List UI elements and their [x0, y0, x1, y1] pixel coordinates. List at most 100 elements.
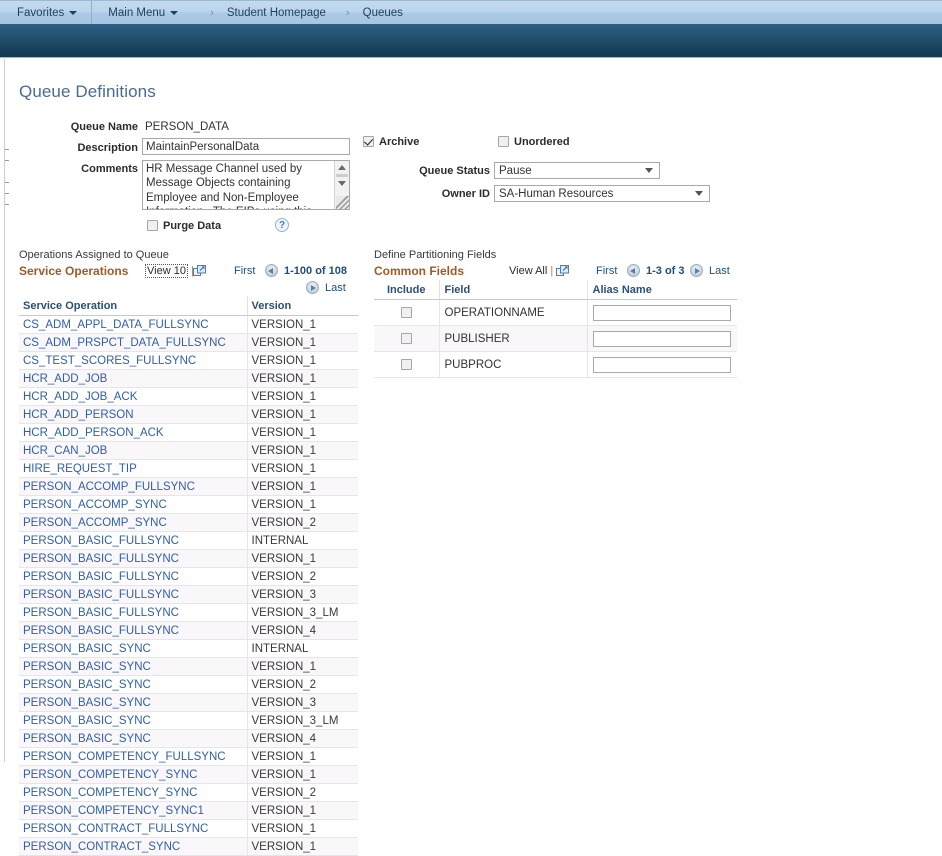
operations-first-link[interactable]: First: [234, 265, 255, 277]
table-row: PERSON_CONTRACT_SYNC VERSION_1: [19, 837, 358, 856]
service-operation-link[interactable]: PERSON_CONTRACT_SYNC: [19, 837, 248, 856]
queue-status-select[interactable]: Pause: [494, 162, 660, 179]
table-row: CS_ADM_APPL_DATA_FULLSYNC VERSION_1: [19, 315, 358, 334]
version-cell: VERSION_3_LM: [247, 603, 358, 622]
version-cell: VERSION_4: [247, 729, 358, 748]
include-checkbox[interactable]: [400, 358, 412, 370]
previous-page-icon[interactable]: [627, 264, 640, 277]
view-10-link[interactable]: View 10: [145, 264, 188, 278]
service-operation-link[interactable]: PERSON_COMPETENCY_SYNC1: [19, 801, 248, 820]
view-all-link[interactable]: View All: [509, 265, 547, 277]
service-operation-link[interactable]: HCR_ADD_JOB: [19, 369, 248, 388]
breadcrumb-item-queues[interactable]: Queues: [363, 7, 403, 19]
partition-view-controls: View All |: [509, 265, 556, 277]
service-operation-link[interactable]: PERSON_BASIC_SYNC: [19, 675, 248, 694]
service-operation-link[interactable]: PERSON_ACCOMP_SYNC: [19, 495, 248, 514]
partition-table: Include Field Alias Name OPERATIONNAME PU…: [374, 280, 737, 378]
version-cell: VERSION_1: [247, 747, 358, 766]
operations-view-controls: View 10 |: [145, 264, 197, 278]
service-operation-link[interactable]: HCR_CAN_JOB: [19, 441, 248, 460]
service-operation-link[interactable]: PERSON_COMPETENCY_SYNC: [19, 765, 248, 784]
next-page-icon[interactable]: [690, 264, 703, 277]
version-cell: VERSION_1: [247, 405, 358, 424]
operations-table-header-row: Service Operation Version: [19, 296, 358, 316]
page-title: Queue Definitions: [19, 82, 156, 101]
service-operation-link[interactable]: CS_ADM_APPL_DATA_FULLSYNC: [19, 315, 248, 334]
purge-data-checkbox[interactable]: [147, 220, 158, 231]
version-cell: VERSION_1: [247, 819, 358, 838]
help-icon[interactable]: ?: [275, 218, 289, 232]
include-cell: [374, 299, 440, 326]
service-operation-link[interactable]: PERSON_BASIC_SYNC: [19, 693, 248, 712]
service-operation-link[interactable]: HIRE_REQUEST_TIP: [19, 459, 248, 478]
version-cell: VERSION_1: [247, 657, 358, 676]
header-banner: [0, 24, 942, 58]
breadcrumb-chevron-icon: ›: [345, 6, 350, 19]
service-operation-link[interactable]: PERSON_BASIC_FULLSYNC: [19, 603, 248, 622]
nav-main-menu[interactable]: Main Menu: [92, 1, 190, 25]
unordered-checkbox[interactable]: [498, 136, 509, 147]
service-operation-link[interactable]: PERSON_ACCOMP_FULLSYNC: [19, 477, 248, 496]
partition-first-link[interactable]: First: [596, 265, 617, 277]
view-separator: |: [550, 265, 554, 277]
next-page-icon[interactable]: [306, 281, 319, 294]
description-input[interactable]: [142, 138, 350, 155]
version-cell: VERSION_1: [247, 441, 358, 460]
service-operation-link[interactable]: PERSON_BASIC_SYNC: [19, 657, 248, 676]
service-operation-link[interactable]: PERSON_BASIC_FULLSYNC: [19, 567, 248, 586]
table-row: PERSON_BASIC_SYNC VERSION_3_LM: [19, 711, 358, 730]
operations-table: Service Operation Version CS_ADM_APPL_DA…: [19, 296, 358, 856]
alias-name-input[interactable]: [592, 356, 731, 373]
comments-textarea[interactable]: HR Message Channel used by Message Objec…: [142, 160, 350, 210]
service-operation-link[interactable]: PERSON_COMPETENCY_SYNC: [19, 783, 248, 802]
service-operation-link[interactable]: PERSON_COMPETENCY_FULLSYNC: [19, 747, 248, 766]
resize-grip-icon[interactable]: [336, 196, 349, 209]
operations-last-link[interactable]: Last: [325, 282, 346, 294]
partition-last-link[interactable]: Last: [709, 265, 730, 277]
version-cell: VERSION_1: [247, 351, 358, 370]
service-operation-link[interactable]: PERSON_ACCOMP_SYNC: [19, 513, 248, 532]
column-header-alias-name: Alias Name: [587, 280, 737, 300]
alias-name-input[interactable]: [592, 304, 731, 321]
expand-grid-icon[interactable]: [193, 265, 206, 276]
include-checkbox[interactable]: [400, 332, 412, 344]
service-operation-link[interactable]: CS_TEST_SCORES_FULLSYNC: [19, 351, 248, 370]
owner-id-select[interactable]: SA-Human Resources: [494, 185, 710, 202]
service-operation-link[interactable]: PERSON_BASIC_FULLSYNC: [19, 621, 248, 640]
table-row: HCR_ADD_JOB_ACK VERSION_1: [19, 387, 358, 406]
version-cell: VERSION_2: [247, 675, 358, 694]
service-operation-link[interactable]: PERSON_BASIC_SYNC: [19, 711, 248, 730]
include-checkbox[interactable]: [400, 306, 412, 318]
service-operation-link[interactable]: CS_ADM_PRSPCT_DATA_FULLSYNC: [19, 333, 248, 352]
service-operation-link[interactable]: HCR_ADD_PERSON_ACK: [19, 423, 248, 442]
service-operation-link[interactable]: HCR_ADD_PERSON: [19, 405, 248, 424]
nav-favorites-menu[interactable]: Favorites: [0, 1, 91, 25]
table-row: PERSON_BASIC_SYNC VERSION_1: [19, 657, 358, 676]
breadcrumb-item-student-homepage[interactable]: Student Homepage: [227, 7, 326, 19]
table-row: PERSON_BASIC_SYNC VERSION_3: [19, 693, 358, 712]
owner-id-value: SA-Human Resources: [499, 187, 614, 200]
scroll-up-icon[interactable]: [338, 165, 346, 170]
partition-range-label: 1-3 of 3: [646, 265, 685, 277]
service-operation-link[interactable]: HCR_ADD_JOB_ACK: [19, 387, 248, 406]
service-operation-link[interactable]: PERSON_CONTRACT_FULLSYNC: [19, 819, 248, 838]
archive-checkbox[interactable]: [363, 136, 374, 147]
scroll-track[interactable]: [336, 174, 348, 177]
previous-page-icon[interactable]: [265, 264, 278, 277]
top-navigation-bar: Favorites Main Menu › Student Homepage ›…: [0, 0, 942, 25]
service-operation-link[interactable]: PERSON_BASIC_FULLSYNC: [19, 585, 248, 604]
service-operation-link[interactable]: PERSON_BASIC_SYNC: [19, 729, 248, 748]
alias-name-cell: [587, 351, 737, 378]
scroll-down-icon[interactable]: [338, 181, 346, 186]
service-operation-link[interactable]: PERSON_BASIC_FULLSYNC: [19, 531, 248, 550]
version-cell: VERSION_1: [247, 387, 358, 406]
service-operation-link[interactable]: PERSON_BASIC_FULLSYNC: [19, 549, 248, 568]
service-operation-link[interactable]: PERSON_BASIC_SYNC: [19, 639, 248, 658]
include-cell: [374, 351, 440, 378]
alias-name-input[interactable]: [592, 330, 731, 347]
operations-grid-title: Service Operations: [19, 264, 129, 278]
table-row: PERSON_ACCOMP_FULLSYNC VERSION_1: [19, 477, 358, 496]
table-row: PERSON_ACCOMP_SYNC VERSION_1: [19, 495, 358, 514]
partition-grid-title: Common Fields: [374, 264, 465, 278]
expand-grid-icon[interactable]: [556, 265, 569, 276]
